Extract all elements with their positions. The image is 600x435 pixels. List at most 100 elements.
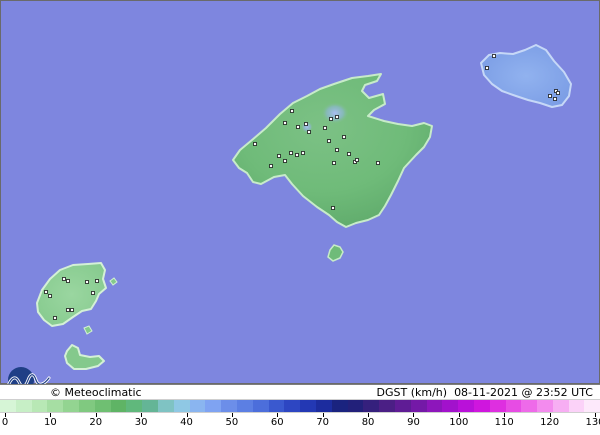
color-scale-cell: [221, 400, 237, 412]
color-scale-cell: [426, 400, 443, 412]
color-scale-cell: [568, 400, 585, 412]
color-scale-cell: [552, 400, 569, 412]
scale-tick-label: 0: [1, 417, 9, 428]
color-scale-cell: [268, 400, 285, 412]
color-scale-cell: [458, 400, 474, 412]
color-scale-cell: [489, 400, 506, 412]
color-scale-cell: [142, 400, 158, 412]
weather-station-marker[interactable]: [335, 115, 339, 119]
weather-station-marker[interactable]: [66, 308, 70, 312]
scale-tick-label: 30: [134, 417, 148, 428]
color-scale: [0, 399, 600, 413]
color-scale-cell: [205, 400, 222, 412]
color-scale-cell: [584, 400, 600, 412]
weather-station-marker[interactable]: [48, 294, 52, 298]
scale-tick-label: 60: [270, 417, 284, 428]
weather-station-marker[interactable]: [44, 290, 48, 294]
color-scale-cell: [331, 400, 348, 412]
color-scale-cell: [284, 400, 301, 412]
weather-station-marker[interactable]: [283, 121, 287, 125]
weather-station-marker[interactable]: [296, 125, 300, 129]
scale-tick-label: 100: [449, 417, 469, 428]
weather-station-marker[interactable]: [548, 94, 552, 98]
weather-station-marker[interactable]: [70, 308, 74, 312]
weather-station-marker[interactable]: [323, 126, 327, 130]
weather-station-marker[interactable]: [342, 135, 346, 139]
weather-station-marker[interactable]: [304, 122, 308, 126]
scale-tick-label: 90: [407, 417, 420, 428]
weather-station-marker[interactable]: [289, 151, 293, 155]
color-scale-cell: [473, 400, 490, 412]
color-scale-cell: [173, 400, 190, 412]
weather-station-marker[interactable]: [301, 151, 305, 155]
weather-station-marker[interactable]: [91, 291, 95, 295]
color-scale-cell: [363, 400, 380, 412]
scale-tick-label: 50: [225, 417, 239, 428]
weather-station-marker[interactable]: [290, 109, 294, 113]
color-scale-cell: [236, 400, 253, 412]
weather-station-marker[interactable]: [492, 54, 496, 58]
scale-tick-label: 120: [540, 417, 560, 428]
color-scale-cell: [410, 400, 427, 412]
weather-station-marker[interactable]: [331, 206, 335, 210]
color-scale-cell: [110, 400, 127, 412]
color-scale-cell: [126, 400, 143, 412]
weather-station-marker[interactable]: [556, 91, 560, 95]
product-timestamp: DGST (km/h) 08-11-2021 @ 23:52 UTC: [377, 385, 593, 400]
color-scale-cell: [94, 400, 111, 412]
color-scale-cell: [379, 400, 395, 412]
color-scale-cell: [347, 400, 364, 412]
weather-station-marker[interactable]: [253, 142, 257, 146]
color-scale-cell: [537, 400, 553, 412]
weather-station-marker[interactable]: [553, 97, 557, 101]
color-scale-cell: [157, 400, 174, 412]
scale-tick-label: 70: [316, 417, 330, 428]
wind-gust-map[interactable]: [0, 0, 600, 384]
map-frame: © Meteoclimatic DGST (km/h) 08-11-2021 @…: [0, 0, 600, 435]
color-scale-ticks: 0 10 20 30 40 50 60 70 80 90 100 110 120 130: [0, 413, 600, 435]
color-scale-cell: [189, 400, 206, 412]
scale-tick-label: 80: [361, 417, 375, 428]
gust-peak-area: [321, 102, 349, 124]
color-scale-cell: [300, 400, 316, 412]
timestamp: 08-11-2021 @ 23:52 UTC: [454, 386, 593, 399]
weather-station-marker[interactable]: [295, 153, 299, 157]
color-scale-cell: [78, 400, 95, 412]
scale-tick-label: 20: [89, 417, 103, 428]
weather-station-marker[interactable]: [62, 277, 66, 281]
product-label: DGST (km/h): [376, 386, 448, 399]
color-scale-cell: [0, 400, 16, 412]
info-bar: © Meteoclimatic DGST (km/h) 08-11-2021 @…: [0, 384, 600, 400]
credit-text: © Meteoclimatic: [50, 386, 142, 399]
color-scale-cell: [252, 400, 269, 412]
weather-station-marker[interactable]: [307, 130, 311, 134]
color-scale-cell: [31, 400, 48, 412]
weather-station-marker[interactable]: [95, 279, 99, 283]
weather-station-marker[interactable]: [53, 316, 57, 320]
color-scale-cell: [442, 400, 459, 412]
weather-station-marker[interactable]: [85, 280, 89, 284]
weather-station-marker[interactable]: [335, 148, 339, 152]
weather-station-marker[interactable]: [332, 161, 336, 165]
weather-station-marker[interactable]: [376, 161, 380, 165]
weather-station-marker[interactable]: [347, 152, 351, 156]
color-scale-cell: [15, 400, 32, 412]
color-scale-cell: [47, 400, 64, 412]
scale-tick-label: 110: [494, 417, 514, 428]
scale-tick-label: 10: [44, 417, 57, 428]
weather-station-marker[interactable]: [66, 279, 70, 283]
color-scale-cell: [315, 400, 332, 412]
scale-tick-label: 40: [180, 417, 193, 428]
weather-station-marker[interactable]: [355, 158, 359, 162]
weather-station-marker[interactable]: [277, 154, 281, 158]
weather-station-marker[interactable]: [485, 66, 489, 70]
weather-station-marker[interactable]: [283, 159, 287, 163]
color-scale-cell: [521, 400, 538, 412]
color-scale-cell: [394, 400, 411, 412]
scale-tick-label: 130: [585, 417, 600, 428]
color-scale-cell: [63, 400, 79, 412]
color-scale-cell: [505, 400, 522, 412]
weather-station-marker[interactable]: [327, 139, 331, 143]
weather-station-marker[interactable]: [329, 117, 333, 121]
weather-station-marker[interactable]: [269, 164, 273, 168]
